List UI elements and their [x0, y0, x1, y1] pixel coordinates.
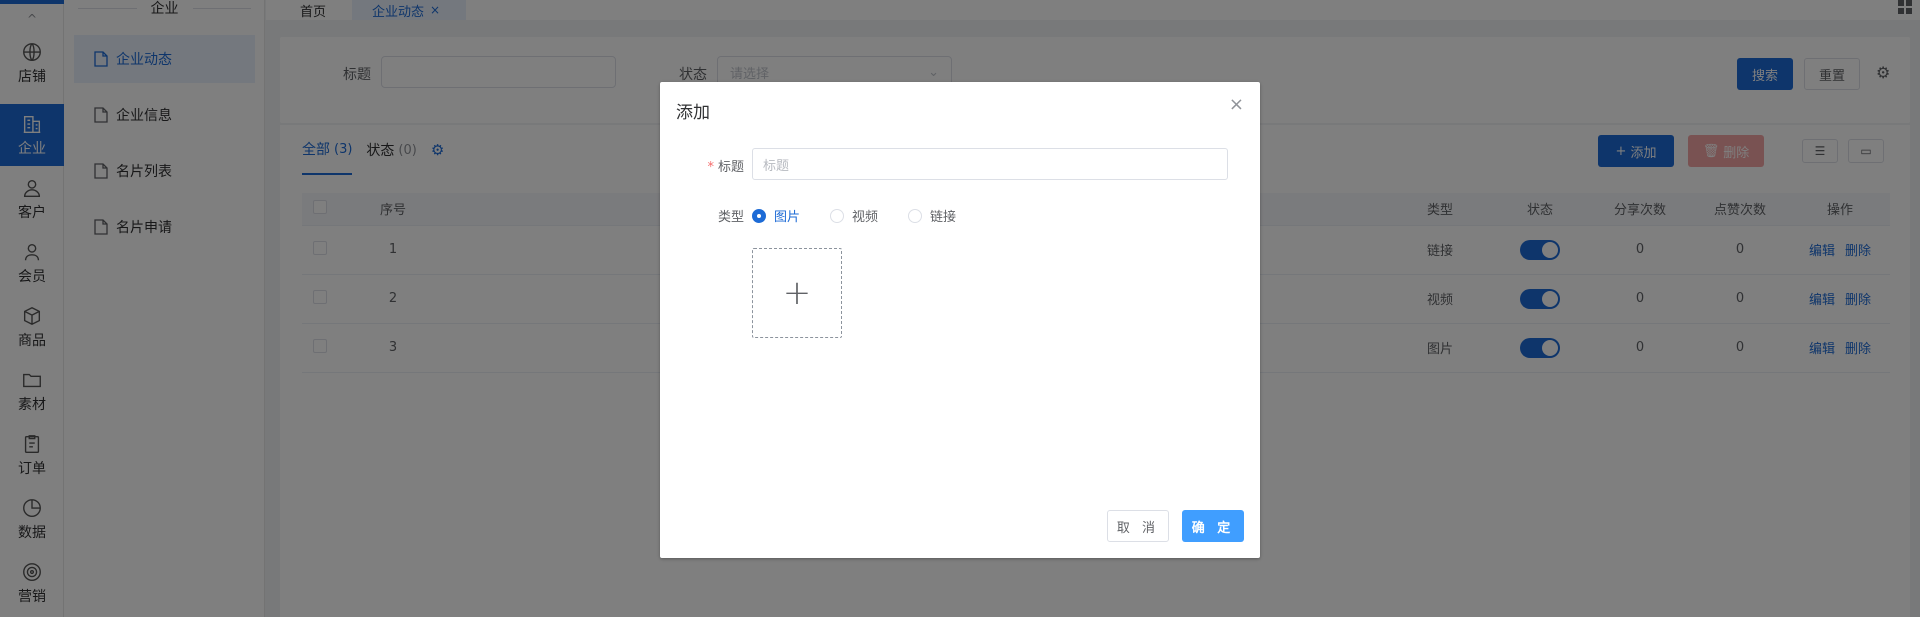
close-icon[interactable]: ×	[1229, 94, 1244, 115]
radio-dot	[908, 208, 922, 223]
radio-label: 链接	[930, 210, 957, 225]
radio-label: 视频	[852, 210, 879, 225]
title-placeholder: 标题	[763, 158, 790, 174]
type-radio-link[interactable]: 链接	[908, 206, 956, 225]
radio-dot	[752, 208, 766, 223]
plus-icon: +	[782, 273, 812, 313]
radio-dot	[830, 208, 844, 223]
title-field-label: * 标题	[700, 156, 744, 175]
dialog-title: 添加	[676, 103, 710, 123]
title-label-text: 标题	[717, 160, 744, 175]
type-field-label: 类型	[717, 210, 744, 225]
type-radio-image[interactable]: 图片	[752, 206, 800, 225]
title-field[interactable]: 标题	[752, 148, 1228, 180]
radio-label: 图片	[774, 210, 801, 225]
image-uploader[interactable]: +	[752, 248, 842, 338]
required-mark: *	[707, 160, 714, 175]
confirm-button[interactable]: 确 定	[1182, 510, 1244, 542]
type-radio-video[interactable]: 视频	[830, 206, 878, 225]
cancel-button[interactable]: 取 消	[1107, 510, 1169, 542]
add-dialog: 添加 × * 标题 标题 类型 图片 视频 链接 + 取 消 确 定	[660, 82, 1260, 558]
